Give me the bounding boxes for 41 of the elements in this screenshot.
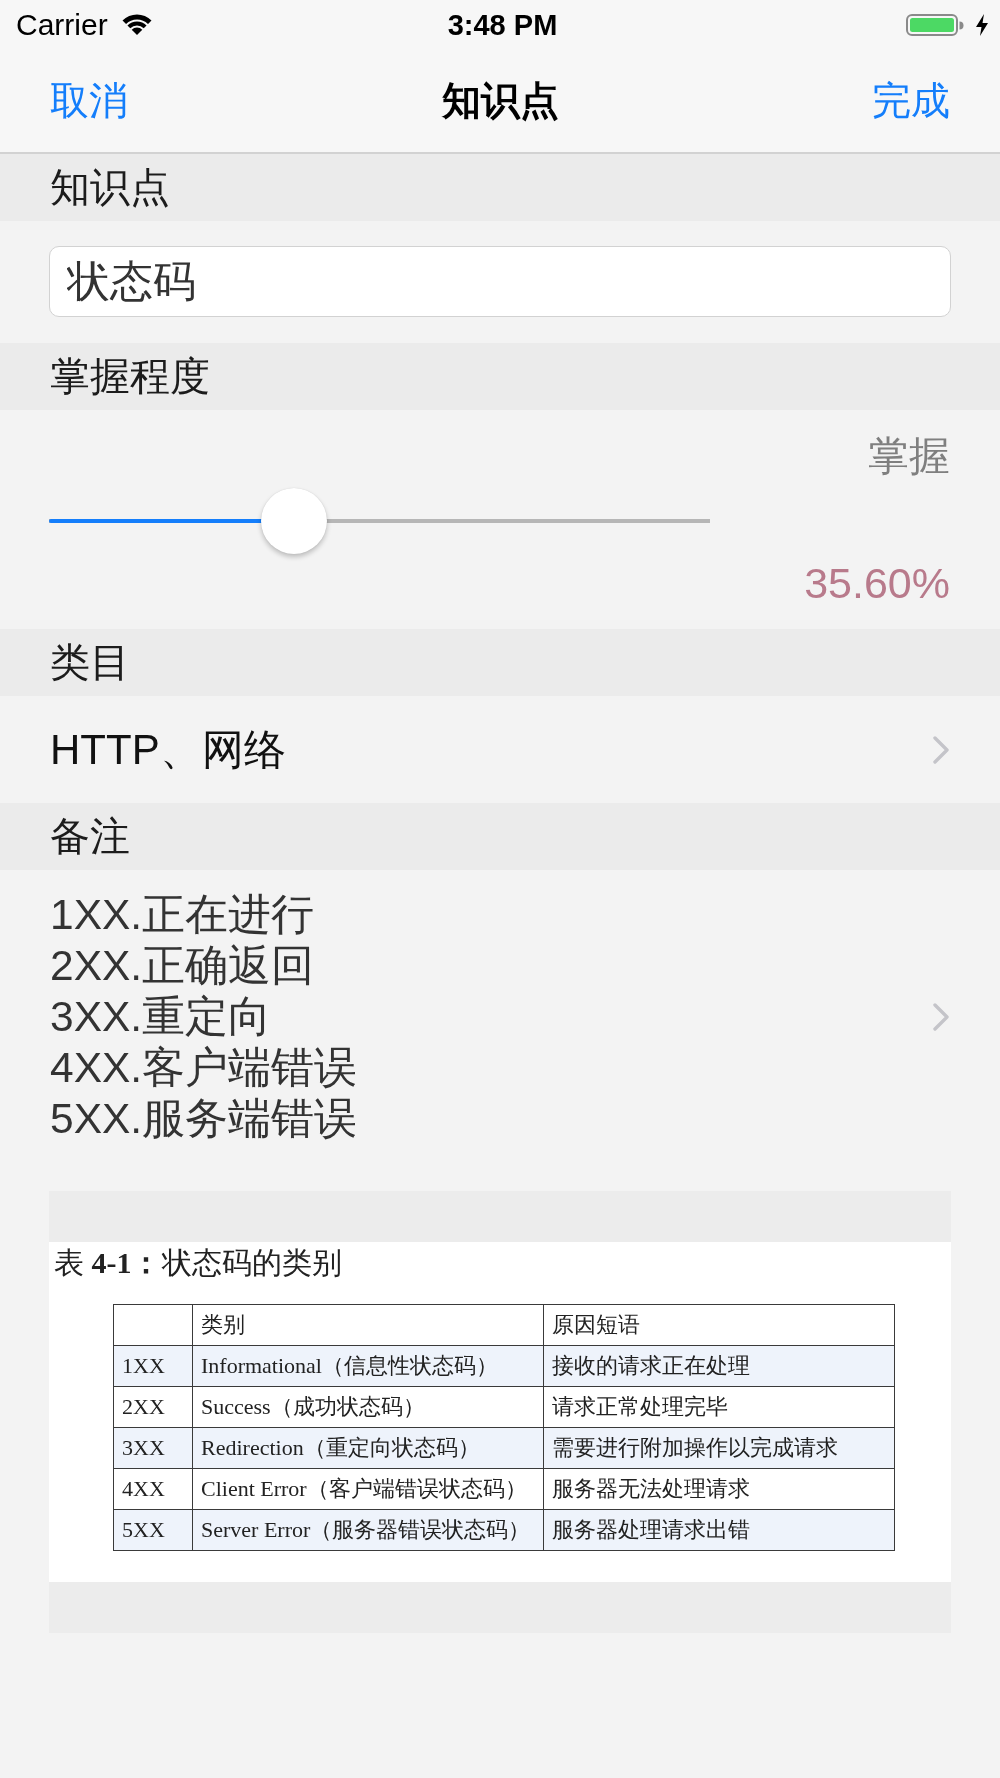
table-cell: 1XX (113, 1345, 193, 1387)
table-cell: 请求正常处理完毕 (543, 1386, 895, 1428)
table-header-cell: 类别 (192, 1304, 544, 1346)
table-cell: 3XX (113, 1427, 193, 1469)
lightning-bolt-icon (975, 14, 989, 36)
note-line: 1XX.正在进行 (50, 890, 315, 940)
cancel-button[interactable]: 取消 (50, 77, 128, 125)
battery-icon (906, 14, 964, 36)
table-cell: 服务器无法处理请求 (543, 1468, 895, 1510)
chevron-right-icon (932, 1001, 950, 1032)
table-header-cell: 原因短语 (543, 1304, 895, 1346)
nav-title: 知识点 (441, 78, 559, 124)
table-cell: 需要进行附加操作以完成请求 (543, 1427, 895, 1469)
table-cell: 5XX (113, 1509, 193, 1551)
slider-thumb[interactable] (260, 488, 327, 554)
section-header: 知识点 (0, 154, 1000, 221)
note-line: 2XX.正确返回 (50, 941, 315, 991)
section-header: 备注 (0, 803, 1000, 870)
section-header: 类目 (0, 629, 1000, 696)
table-caption: 表 4-1：状态码的类别 (54, 1245, 342, 1281)
slider-label: 掌握 (868, 432, 950, 481)
note-line: 5XX.服务端错误 (50, 1094, 358, 1144)
table-cell: Server Error（服务器错误状态码） (192, 1509, 544, 1551)
table-cell: Success（成功状态码） (192, 1386, 544, 1428)
status-time: 3:48 PM (447, 8, 558, 43)
note-line: 4XX.客户端错误 (50, 1043, 358, 1093)
table-cell: Redirection（重定向状态码） (192, 1427, 544, 1469)
table-cell: 服务器处理请求出错 (543, 1509, 895, 1551)
section-header: 掌握程度 (0, 343, 1000, 410)
table-cell: Informational（信息性状态码） (192, 1345, 544, 1387)
percent-reading: 35.60% (804, 558, 950, 608)
note-line: 3XX.重定向 (50, 992, 272, 1042)
done-button[interactable]: 完成 (872, 77, 950, 125)
table-cell: 2XX (113, 1386, 193, 1428)
carrier-name: Carrier (16, 7, 108, 43)
wifi-icon (121, 14, 152, 36)
table-cell: 4XX (113, 1468, 193, 1510)
table-cell: Client Error（客户端错误状态码） (192, 1468, 544, 1510)
category-value[interactable]: HTTP、网络 (50, 724, 286, 775)
table-cell: 接收的请求正在处理 (543, 1345, 895, 1387)
chevron-right-icon (932, 734, 950, 765)
